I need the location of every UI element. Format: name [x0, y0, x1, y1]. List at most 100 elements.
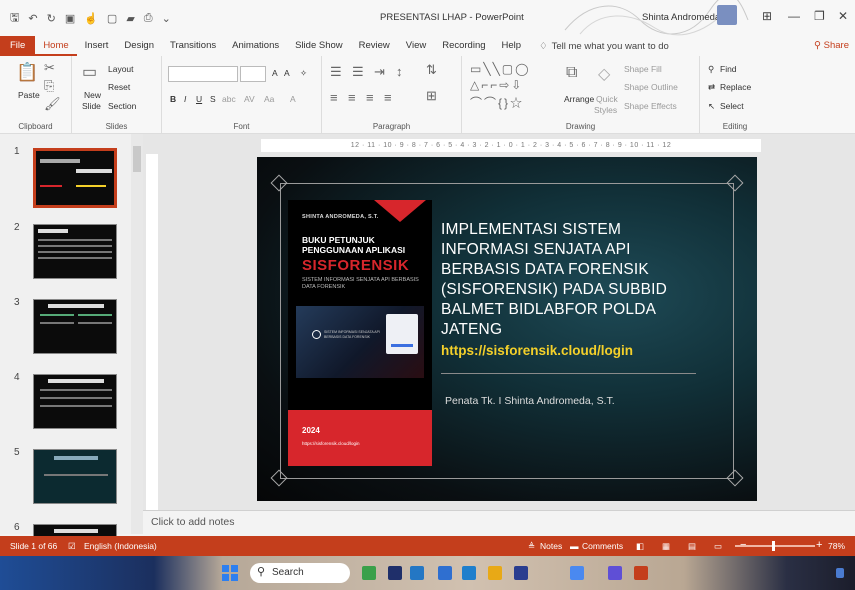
tab-help[interactable]: Help [494, 36, 530, 56]
text-direction-icon[interactable]: ⇅ [426, 62, 437, 78]
cut-icon[interactable]: ✂ [44, 60, 55, 76]
clear-formatting-icon[interactable]: ✧ [300, 68, 307, 79]
share-button[interactable]: ⚲ Share [814, 36, 849, 56]
change-case-icon[interactable]: Aa [264, 94, 274, 104]
new-file-icon[interactable]: ▢ [107, 12, 117, 25]
bold-icon[interactable]: B [170, 94, 176, 104]
restore-button[interactable]: ❐ [814, 9, 825, 23]
touch-mode-icon[interactable]: ☝ [84, 12, 98, 25]
strikethrough-icon[interactable]: abc [222, 94, 236, 104]
arrange-button[interactable]: Arrange [564, 94, 594, 104]
slide-thumbnail-3[interactable] [33, 299, 117, 354]
shape-effects-button[interactable]: Shape Effects [624, 101, 677, 111]
increase-font-size-button[interactable]: A [272, 68, 278, 78]
taskbar-app-icon[interactable] [362, 566, 376, 580]
edge-icon[interactable] [462, 566, 476, 580]
underline-icon[interactable]: U [196, 94, 202, 104]
tab-transitions[interactable]: Transitions [162, 36, 224, 56]
reset-button[interactable]: Reset [108, 82, 130, 92]
format-painter-icon[interactable]: 🖌 [44, 96, 61, 112]
taskbar-tray-icon[interactable] [836, 568, 844, 578]
store-icon[interactable] [514, 566, 528, 580]
align-center-icon[interactable]: ≡ [348, 90, 356, 105]
slide-sorter-icon[interactable]: ▦ [662, 541, 670, 552]
copy-icon[interactable]: ⎘ [44, 78, 54, 94]
quick-styles-icon[interactable]: ◇ [598, 64, 610, 84]
paste-button[interactable]: Paste [18, 90, 40, 100]
tab-slide-show[interactable]: Slide Show [287, 36, 351, 56]
layout-button[interactable]: Layout [108, 64, 134, 74]
taskbar-app-icon[interactable] [388, 566, 402, 580]
slide-thumbnail-4[interactable] [33, 374, 117, 429]
comments-button[interactable]: Comments [582, 541, 623, 551]
tab-recording[interactable]: Recording [434, 36, 493, 56]
paste-icon[interactable]: 📋 [16, 62, 38, 83]
current-slide[interactable]: SHINTA ANDROMEDA, S.T. BUKU PETUNJUK PEN… [257, 157, 757, 501]
tab-view[interactable]: View [398, 36, 434, 56]
account-name[interactable]: Shinta Andromeda [642, 12, 720, 23]
print-preview-icon[interactable]: ⎙ [144, 12, 153, 25]
slide-url[interactable]: https://sisforensik.cloud/login [441, 343, 633, 358]
font-name-select[interactable] [168, 66, 238, 82]
book-cover-image[interactable]: SHINTA ANDROMEDA, S.T. BUKU PETUNJUK PEN… [288, 200, 432, 466]
notes-placeholder[interactable]: Click to add notes [151, 516, 234, 528]
notes-pane[interactable]: Click to add notes [143, 510, 855, 535]
slide-thumbnail-1[interactable] [33, 148, 117, 208]
slide-presenter[interactable]: Penata Tk. I Shinta Andromeda, S.T. [445, 395, 615, 407]
taskbar-app-icon[interactable] [608, 566, 622, 580]
font-size-select[interactable] [240, 66, 266, 82]
present-icon[interactable]: ▣ [65, 12, 75, 25]
powerpoint-icon[interactable] [634, 566, 648, 580]
spelling-icon[interactable]: ☑ [68, 541, 76, 552]
taskbar-search[interactable]: ⚲ Search [250, 563, 350, 583]
redo-icon[interactable]: ↻ [47, 12, 56, 25]
tab-design[interactable]: Design [116, 36, 162, 56]
line-spacing-icon[interactable]: ↕ [396, 64, 403, 79]
reading-view-icon[interactable]: ▤ [688, 541, 696, 552]
chrome-icon[interactable] [570, 566, 584, 580]
tell-me-search[interactable]: Tell me what you want to do [552, 41, 669, 52]
decrease-font-size-button[interactable]: A [284, 68, 290, 78]
zoom-slider[interactable] [735, 545, 815, 547]
new-slide-button[interactable]: New [84, 90, 101, 100]
tab-home[interactable]: Home [35, 36, 77, 56]
tab-insert[interactable]: Insert [77, 36, 117, 56]
slide-show-icon[interactable]: ▭ [714, 541, 722, 552]
bullets-icon[interactable]: ☰ [330, 64, 342, 80]
slide-title[interactable]: IMPLEMENTASI SISTEM INFORMASI SENJATA AP… [441, 220, 711, 340]
ribbon-display-options-icon[interactable]: ⊞ [762, 9, 772, 23]
quick-styles-button[interactable]: Quick [596, 94, 618, 104]
select-button[interactable]: Select [720, 101, 744, 111]
align-right-icon[interactable]: ≡ [366, 90, 374, 105]
shape-outline-button[interactable]: Shape Outline [624, 82, 678, 92]
slide-thumbnail-5[interactable] [33, 449, 117, 504]
justify-icon[interactable]: ≡ [384, 90, 392, 105]
zoom-level[interactable]: 78% [828, 541, 845, 551]
customize-qat-icon[interactable]: ⌄ [162, 12, 171, 25]
new-slide-icon[interactable]: ▭ [82, 62, 97, 82]
language-indicator[interactable]: English (Indonesia) [84, 541, 157, 551]
numbering-icon[interactable]: ☰ [352, 64, 364, 80]
character-spacing-icon[interactable]: AV [244, 94, 255, 104]
indent-icon[interactable]: ⇥ [374, 64, 385, 80]
teams-icon[interactable] [410, 566, 424, 580]
zoom-slider-knob[interactable] [772, 541, 775, 551]
normal-view-icon[interactable]: ◧ [636, 541, 644, 552]
quick-styles-button-line2[interactable]: Styles [594, 105, 617, 115]
file-explorer-icon[interactable] [488, 566, 502, 580]
mail-icon[interactable] [438, 566, 452, 580]
shapes-gallery-row3-icon[interactable]: ⌒⌒{}☆ [470, 94, 524, 111]
open-folder-icon[interactable]: ▰ [126, 12, 134, 25]
scrollbar-thumb[interactable] [133, 146, 141, 172]
notes-button[interactable]: Notes [540, 541, 562, 551]
section-button[interactable]: Section [108, 101, 136, 111]
shapes-gallery-row2-icon[interactable]: △⌐⌐⇨⇩ [470, 78, 523, 92]
tab-file[interactable]: File [0, 36, 36, 56]
windows-start-icon[interactable] [222, 565, 238, 581]
replace-button[interactable]: Replace [720, 82, 751, 92]
new-slide-button-line2[interactable]: Slide [82, 101, 101, 111]
close-button[interactable]: ✕ [838, 9, 848, 23]
thumbnail-scrollbar[interactable] [131, 134, 143, 534]
find-button[interactable]: Find [720, 64, 737, 74]
undo-icon[interactable]: ↶ [28, 12, 37, 25]
